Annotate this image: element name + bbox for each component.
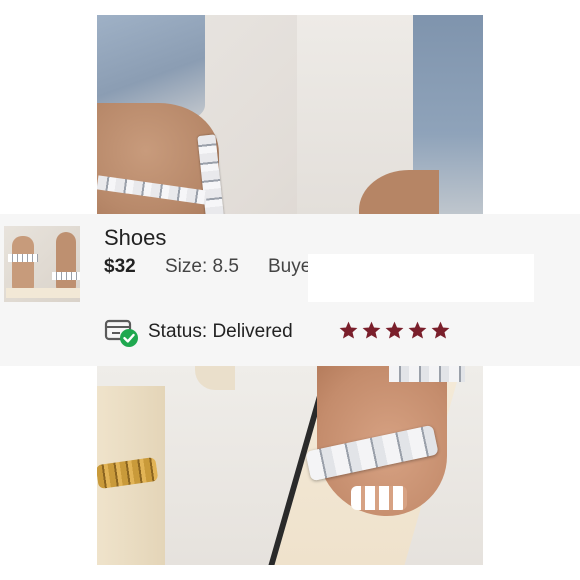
product-photo-bottom[interactable] [97, 366, 483, 565]
star-icon [339, 321, 358, 339]
status-text: Status: Delivered [148, 321, 293, 343]
order-card[interactable]: Shoes $32 Size: 8.5 Buyer Status: Delive… [0, 214, 580, 366]
star-icon [431, 321, 450, 339]
order-screen: Shoes $32 Size: 8.5 Buyer Status: Delive… [0, 0, 580, 580]
item-size: Size: 8.5 [165, 256, 239, 277]
redacted-area [308, 254, 534, 302]
star-icon [385, 321, 404, 339]
status-value: Delivered [212, 321, 293, 342]
buyer-label: Buyer [268, 256, 308, 277]
product-thumbnail[interactable] [4, 226, 80, 302]
delivered-box-icon [104, 319, 138, 347]
product-photo-top[interactable] [97, 15, 483, 214]
status-label: Status: [148, 321, 208, 342]
star-icon [408, 321, 427, 339]
star-icon [362, 321, 381, 339]
rating-stars[interactable] [338, 320, 451, 341]
item-title: Shoes [104, 225, 167, 250]
item-price: $32 [104, 256, 136, 277]
